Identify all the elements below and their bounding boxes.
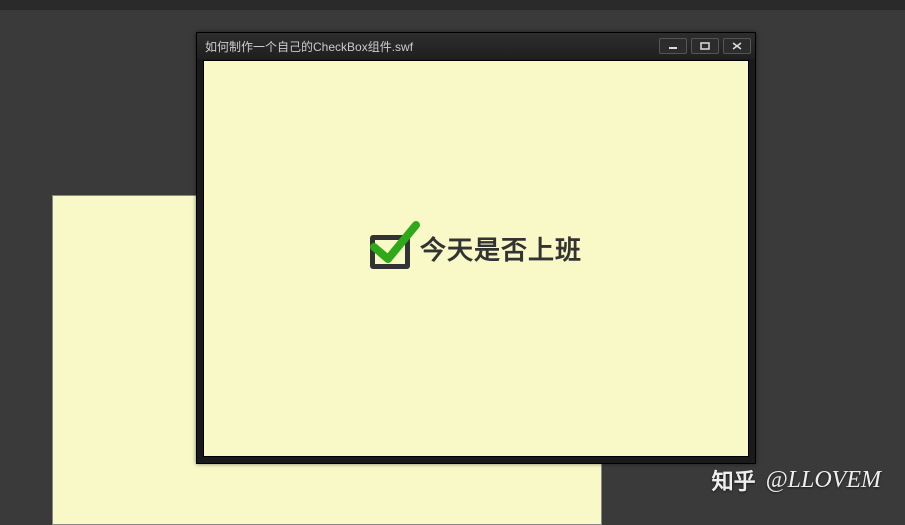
stage-border: 今天是否上班 — [203, 60, 749, 457]
watermark: 知乎 @LLOVEM — [712, 464, 881, 496]
swf-preview-window: 如何制作一个自己的CheckBox组件.swf — [196, 32, 756, 464]
checkbox-label: 今天是否上班 — [420, 230, 582, 267]
maximize-icon — [700, 42, 710, 50]
checkbox-box — [370, 229, 414, 269]
custom-checkbox[interactable]: 今天是否上班 — [370, 229, 582, 269]
app-topbar — [0, 0, 905, 10]
window-titlebar[interactable]: 如何制作一个自己的CheckBox组件.swf — [197, 33, 755, 59]
close-icon — [732, 42, 742, 50]
watermark-handle: @LLOVEM — [766, 467, 881, 494]
watermark-logo: 知乎 — [712, 464, 756, 496]
minimize-icon — [668, 42, 678, 50]
minimize-button[interactable] — [659, 38, 687, 54]
close-button[interactable] — [723, 38, 751, 54]
checkmark-icon — [368, 219, 422, 269]
window-controls — [659, 38, 751, 54]
maximize-button[interactable] — [691, 38, 719, 54]
swf-stage: 今天是否上班 — [204, 61, 748, 456]
window-title: 如何制作一个自己的CheckBox组件.swf — [205, 38, 413, 55]
